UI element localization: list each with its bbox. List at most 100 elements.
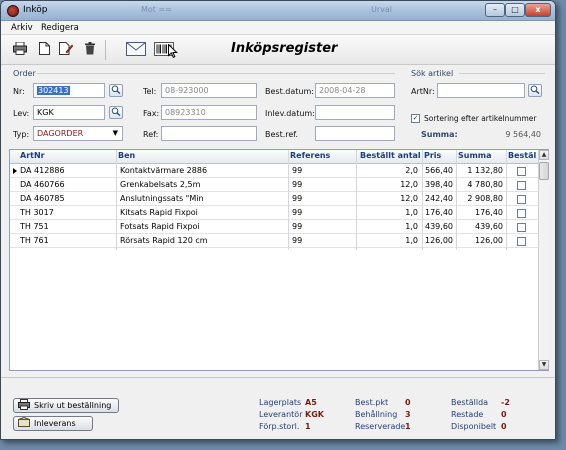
column-header-ben[interactable]: Ben (118, 151, 135, 160)
maximize-button[interactable]: □ (505, 3, 525, 17)
toolbar-separator (105, 40, 106, 60)
table-row[interactable]: TH 761 Rörsats Rapid 120 cm 99 1,0 126,00 126… (10, 235, 538, 248)
table-row[interactable]: DA 460785 Anslutningssats "Min 99 12,0 242,4… (10, 193, 538, 206)
scrollbar-thumb[interactable] (539, 162, 549, 180)
tel-field[interactable]: 08-923000 (161, 83, 257, 98)
lev-lookup-button[interactable] (109, 106, 123, 119)
envelope-icon[interactable] (125, 42, 147, 58)
best-datum-field[interactable]: 2008-04-28 (315, 83, 395, 98)
column-header-referens[interactable]: Referens (290, 151, 330, 160)
scroll-up-icon[interactable]: ▲ (539, 150, 549, 160)
column-header-bestallt-antal[interactable]: Beställt antal (360, 151, 421, 160)
ref-field[interactable] (161, 126, 257, 141)
column-divider (288, 150, 289, 250)
background-window-title: Urval (371, 5, 393, 14)
column-header-bestall[interactable]: Beställ (508, 151, 536, 160)
cell-artnr: DA 460785 (20, 194, 65, 203)
order-lines-table: ArtNr Ben Referens Beställt antal Pris S… (9, 149, 549, 371)
best-ref-field[interactable] (315, 126, 395, 141)
bestallda-value: -2 (501, 398, 510, 407)
cell-artnr: DA 460766 (20, 180, 65, 189)
cell-summa: 4 780,80 (467, 180, 503, 189)
window-title: Inköp (23, 5, 48, 15)
delivery-icon (18, 416, 30, 433)
typ-label: Typ: (13, 130, 30, 139)
order-group-divider (37, 73, 395, 74)
print-order-button[interactable]: Skriv ut beställning (13, 398, 119, 413)
background-window-title: Mot == (141, 5, 172, 14)
title-bar[interactable]: Inköp Mot == Urval – □ x (1, 1, 555, 21)
printer-icon (18, 399, 30, 415)
bestall-checkbox[interactable] (517, 167, 526, 176)
cell-ben: Kitsats Rapid Fixpoi (120, 208, 198, 217)
trash-icon[interactable] (81, 42, 99, 58)
column-header-pris[interactable]: Pris (424, 151, 441, 160)
table-row[interactable]: TH 3017 Kitsats Rapid Fixpoi 99 1,0 176,40 17… (10, 207, 538, 220)
cell-referens: 99 (292, 208, 303, 217)
inlev-datum-label: Inlev.datum: (265, 109, 315, 118)
lagerplats-label: Lagerplats (259, 398, 302, 407)
cell-artnr: TH 751 (20, 222, 49, 231)
scroll-down-icon[interactable]: ▼ (539, 360, 549, 370)
lev-label: Lev: (13, 109, 30, 118)
nr-field[interactable]: 302413 (33, 83, 105, 98)
table-row[interactable]: DA 412886 Kontaktvärmare 2886 99 2,0 566,40 1… (10, 165, 538, 178)
close-button[interactable]: x (525, 3, 551, 17)
lev-field[interactable]: KGK (33, 105, 105, 120)
cell-summa: 176,40 (475, 208, 503, 217)
vertical-scrollbar[interactable]: ▲ ▼ (538, 150, 549, 370)
table-row[interactable]: DA 460766 Grenkabelsats 2,5m 99 12,0 398,40 4… (10, 179, 538, 192)
bestall-checkbox[interactable] (517, 181, 526, 190)
cell-antal: 2,0 (405, 166, 418, 175)
bestall-checkbox[interactable] (517, 195, 526, 204)
cell-summa: 2 908,80 (467, 194, 503, 203)
cell-summa: 126,00 (475, 236, 503, 245)
forp-storl-label: Förp.storl. (259, 422, 300, 431)
best-pkt-label: Best.pkt (355, 398, 389, 407)
column-divider (356, 150, 357, 250)
fax-field[interactable]: 08923310 (161, 105, 257, 120)
minimize-button[interactable]: – (485, 3, 505, 17)
edit-document-icon[interactable] (57, 42, 75, 58)
cell-pris: 566,40 (425, 166, 453, 175)
table-row[interactable]: TH 751 Fotsats Rapid Fixpoi 99 1,0 439,60 439… (10, 221, 538, 234)
cell-ben: Fotsats Rapid Fixpoi (120, 222, 200, 231)
artnr-search-input[interactable] (437, 83, 525, 98)
cell-referens: 99 (292, 236, 303, 245)
summa-value: 9 564,40 (505, 130, 541, 139)
best-datum-label: Best.datum: (265, 87, 314, 96)
order-group-label: Order (13, 69, 36, 78)
menu-redigera[interactable]: Redigera (41, 23, 79, 33)
cell-pris: 126,00 (425, 236, 453, 245)
cell-pris: 176,40 (425, 208, 453, 217)
behallning-value: 3 (405, 410, 411, 419)
bestall-checkbox[interactable] (517, 223, 526, 232)
column-divider (422, 150, 423, 250)
sort-checkbox[interactable]: ✓ (411, 114, 420, 123)
artnr-search-button[interactable] (528, 84, 542, 97)
nr-value: 302413 (37, 86, 70, 95)
delivery-button[interactable]: Inleverans (13, 416, 93, 431)
menu-arkiv[interactable]: Arkiv (11, 23, 33, 33)
cell-pris: 398,40 (425, 180, 453, 189)
bestall-checkbox[interactable] (517, 237, 526, 246)
inlev-datum-field[interactable] (315, 105, 395, 120)
disponibelt-label: Disponibelt (451, 422, 497, 431)
new-document-icon[interactable] (35, 42, 53, 58)
bestall-checkbox[interactable] (517, 209, 526, 218)
artnr-label: ArtNr: (411, 87, 435, 96)
column-header-summa[interactable]: Summa (458, 151, 492, 160)
cell-antal: 1,0 (405, 222, 418, 231)
cell-referens: 99 (292, 222, 303, 231)
sort-checkbox-label: Sortering efter artikelnummer (424, 114, 537, 123)
nr-label: Nr: (13, 87, 25, 96)
current-row-indicator-icon (13, 168, 17, 174)
cell-artnr: TH 3017 (20, 208, 54, 217)
printer-icon[interactable] (11, 41, 29, 58)
restade-value: 0 (501, 410, 507, 419)
typ-dropdown[interactable]: DAGORDER ▼ (33, 126, 123, 141)
column-header-artnr[interactable]: ArtNr (20, 151, 45, 160)
cell-referens: 99 (292, 194, 303, 203)
nr-lookup-button[interactable] (109, 84, 123, 97)
cell-antal: 1,0 (405, 236, 418, 245)
